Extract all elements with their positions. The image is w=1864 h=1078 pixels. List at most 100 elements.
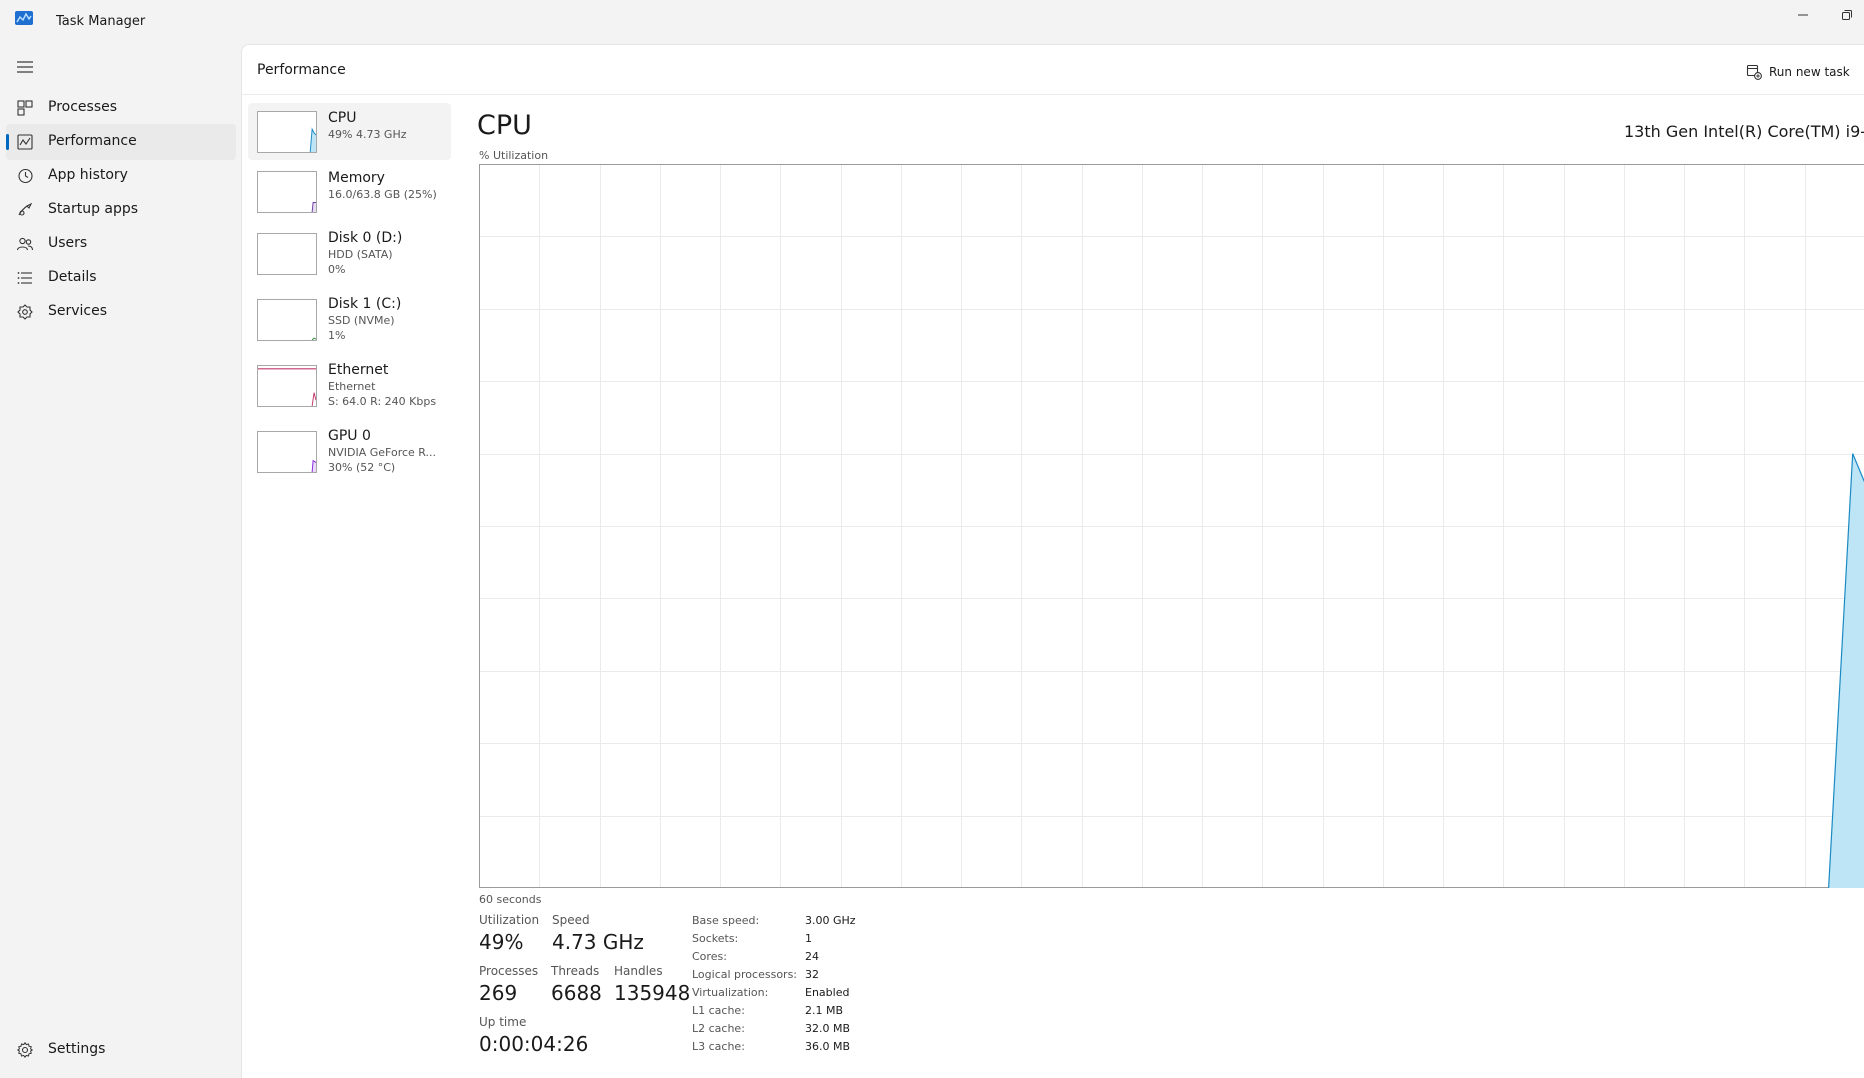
utilization-value: 49% (479, 930, 524, 954)
title-bar: Task Manager (0, 0, 1864, 44)
device-detail: 49% 4.73 GHz (328, 128, 407, 141)
performance-icon (17, 134, 33, 150)
sidebar-item-label: Settings (48, 1041, 106, 1057)
restore-button[interactable] (1830, 0, 1864, 30)
sidebar-item-processes[interactable]: Processes (6, 90, 236, 126)
sidebar-item-startup-apps[interactable]: Startup apps (6, 192, 236, 228)
spec-label: L3 cache: (692, 1040, 745, 1053)
sidebar-item-settings[interactable]: Settings (6, 1032, 236, 1068)
cpu-utilization-area (1828, 453, 1864, 888)
sidebar-item-services[interactable]: Services (6, 294, 236, 330)
memory-thumbnail-graph (257, 171, 317, 213)
sidebar-item-label: Performance (48, 133, 137, 149)
minimize-button[interactable] (1780, 0, 1826, 30)
sidebar-item-details[interactable]: Details (6, 260, 236, 296)
graph-x-label: 60 seconds (479, 893, 542, 906)
task-manager-app-icon (15, 11, 33, 25)
device-name: Ethernet (328, 362, 389, 378)
processes-label: Processes (479, 964, 539, 978)
spec-label: L1 cache: (692, 1004, 745, 1017)
device-detail: 16.0/63.8 GB (25%) (328, 188, 437, 201)
device-item-gpu-0[interactable]: GPU 0 NVIDIA GeForce R... 30% (52 °C) (248, 419, 451, 485)
device-name: GPU 0 (328, 428, 371, 444)
spec-value: 2.1 MB (805, 1004, 844, 1017)
sidebar-item-users[interactable]: Users (6, 226, 236, 262)
startup-icon (18, 202, 33, 216)
spec-value: 3.00 GHz (805, 914, 856, 927)
device-detail: NVIDIA GeForce R... (328, 446, 437, 459)
users-icon (16, 237, 34, 251)
page-title: Performance (257, 62, 346, 78)
device-detail: S: 64.0 R: 240 Kbps (328, 395, 437, 408)
spec-label: Sockets: (692, 932, 739, 945)
spec-label: Cores: (692, 950, 727, 963)
uptime-label: Up time (479, 1015, 527, 1029)
device-detail: SSD (NVMe) (328, 314, 395, 327)
device-name: Disk 1 (C:) (328, 296, 402, 312)
spec-value: Enabled (805, 986, 850, 999)
run-task-icon (1746, 64, 1762, 80)
speed-label: Speed (552, 913, 590, 927)
history-icon (18, 168, 33, 184)
restore-icon (1842, 10, 1852, 20)
cpu-utilization-graph (479, 164, 1864, 888)
device-detail: 1% (328, 329, 346, 342)
uptime-value: 0:00:04:26 (479, 1032, 589, 1056)
sidebar-item-label: Services (48, 303, 108, 319)
run-new-task-label: Run new task (1769, 65, 1850, 79)
threads-value: 6688 (551, 981, 602, 1005)
device-item-ethernet[interactable]: Ethernet Ethernet S: 64.0 R: 240 Kbps (248, 353, 451, 419)
device-item-memory[interactable]: Memory 16.0/63.8 GB (25%) (248, 163, 451, 220)
ethernet-thumbnail-graph (257, 365, 317, 407)
sidebar-item-performance[interactable]: Performance (6, 124, 236, 160)
device-item-disk-0[interactable]: Disk 0 (D:) HDD (SATA) 0% (248, 221, 451, 287)
sidebar-item-label: Processes (48, 99, 118, 115)
device-item-cpu[interactable]: CPU 49% 4.73 GHz (248, 103, 451, 160)
processes-value: 269 (479, 981, 518, 1005)
minimize-icon (1798, 14, 1808, 16)
sidebar-item-label: Users (48, 235, 88, 251)
detail-title: CPU (477, 110, 532, 141)
header-divider (242, 94, 1864, 95)
device-name: Memory (328, 170, 385, 186)
spec-value: 36.0 MB (805, 1040, 851, 1053)
threads-label: Threads (551, 964, 600, 978)
device-detail: Ethernet (328, 380, 376, 393)
handles-value: 135948 (614, 981, 691, 1005)
cpu-model-name: 13th Gen Intel(R) Core(TM) i9-1390 (1624, 122, 1864, 141)
spec-label: L2 cache: (692, 1022, 745, 1035)
sidebar-item-label: Details (48, 269, 97, 285)
sidebar-item-label: Startup apps (48, 201, 139, 217)
disk0-thumbnail-graph (257, 233, 317, 275)
spec-value: 24 (805, 950, 819, 963)
spec-label: Virtualization: (692, 986, 769, 999)
spec-label: Base speed: (692, 914, 760, 927)
spec-value: 32 (805, 968, 819, 981)
graph-y-label: % Utilization (479, 149, 549, 162)
disk1-thumbnail-graph (257, 299, 317, 341)
device-name: CPU (328, 110, 357, 126)
main-panel: Performance Run new task CPU 49% 4.73 GH… (241, 44, 1864, 1078)
sidebar-item-label: App history (48, 167, 128, 183)
device-detail: 0% (328, 263, 346, 276)
window-title: Task Manager (56, 14, 146, 29)
gpu-thumbnail-graph (257, 431, 317, 473)
processes-icon (17, 100, 33, 116)
spec-value: 32.0 MB (805, 1022, 851, 1035)
spec-value: 1 (805, 932, 812, 945)
spec-label: Logical processors: (692, 968, 798, 981)
services-icon (17, 304, 33, 320)
run-new-task-button[interactable]: Run new task (1746, 59, 1864, 87)
handles-label: Handles (614, 964, 663, 978)
device-detail: 30% (52 °C) (328, 461, 396, 474)
gear-icon (16, 1041, 34, 1059)
utilization-label: Utilization (479, 913, 540, 927)
hamburger-icon[interactable] (16, 60, 34, 74)
sidebar: Processes Performance App history Startu… (0, 44, 240, 1078)
speed-value: 4.73 GHz (552, 930, 644, 954)
cpu-thumbnail-graph (257, 111, 317, 153)
device-name: Disk 0 (D:) (328, 230, 403, 246)
sidebar-item-app-history[interactable]: App history (6, 158, 236, 194)
device-item-disk-1[interactable]: Disk 1 (C:) SSD (NVMe) 1% (248, 287, 451, 353)
device-detail: HDD (SATA) (328, 248, 393, 261)
